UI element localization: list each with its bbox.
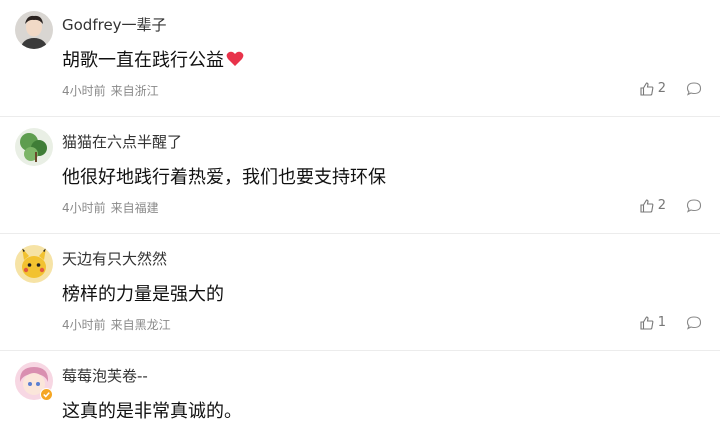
like-count: 2 (657, 81, 666, 96)
like-button[interactable]: 2 (640, 198, 666, 213)
comment-feed: Godfrey一辈子 胡歌一直在践行公益 4小时前 来自浙江 2 猫猫在六点半醒了 (0, 0, 720, 426)
thumbs-up-icon (640, 198, 654, 213)
like-button[interactable]: 2 (640, 81, 666, 96)
comment-item: Godfrey一辈子 胡歌一直在践行公益 4小时前 来自浙江 2 (0, 0, 720, 117)
comment-bubble-icon[interactable] (686, 81, 702, 97)
location: 来自浙江 (110, 84, 159, 98)
verified-badge-icon (40, 388, 53, 401)
username[interactable]: 天边有只大然然 (62, 248, 167, 269)
heart-emoji-icon (226, 51, 244, 72)
thumbs-up-icon (640, 315, 654, 330)
avatar[interactable] (15, 245, 53, 283)
location: 来自福建 (110, 201, 159, 215)
comment-meta: 4小时前 来自福建 (62, 199, 159, 216)
comment-item: 莓莓泡芙卷-- 这真的是非常真诚的。 (0, 351, 720, 426)
comment-item: 猫猫在六点半醒了 他很好地践行着热爱，我们也要支持环保 4小时前 来自福建 2 (0, 117, 720, 234)
username[interactable]: Godfrey一辈子 (62, 14, 167, 35)
comment-text: 这真的是非常真诚的。 (62, 401, 242, 422)
like-count: 2 (657, 198, 666, 213)
comment-text: 榜样的力量是强大的 (62, 284, 224, 305)
comment-meta: 4小时前 来自浙江 (62, 82, 159, 99)
avatar[interactable] (15, 128, 53, 166)
comment-meta: 4小时前 来自黑龙江 (62, 316, 171, 333)
comment-item: 天边有只大然然 榜样的力量是强大的 4小时前 来自黑龙江 1 (0, 234, 720, 351)
username[interactable]: 莓莓泡芙卷-- (62, 365, 148, 386)
timestamp: 4小时前 (62, 318, 106, 332)
like-count: 1 (657, 315, 666, 330)
thumbs-up-icon (640, 81, 654, 96)
comment-text: 他很好地践行着热爱，我们也要支持环保 (62, 167, 386, 188)
comment-bubble-icon[interactable] (686, 315, 702, 331)
location: 来自黑龙江 (110, 318, 171, 332)
timestamp: 4小时前 (62, 84, 106, 98)
timestamp: 4小时前 (62, 201, 106, 215)
comment-bubble-icon[interactable] (686, 198, 702, 214)
username[interactable]: 猫猫在六点半醒了 (62, 131, 182, 152)
comment-text: 胡歌一直在践行公益 (62, 46, 244, 72)
like-button[interactable]: 1 (640, 315, 666, 330)
avatar[interactable] (15, 11, 53, 49)
comment-text-body: 胡歌一直在践行公益 (62, 50, 224, 71)
